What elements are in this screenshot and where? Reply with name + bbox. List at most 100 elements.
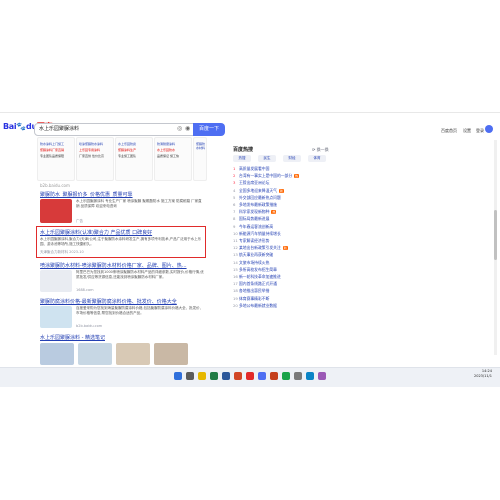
hotlist-refresh[interactable]: ⟳ 换一换 xyxy=(312,147,329,153)
result-meta: 广告 xyxy=(76,219,83,223)
result-snippet: 阿里巴巴为您找到1000条喷涂聚脲防水材料产品的详细参数,实时报价,价格行情,优… xyxy=(76,270,204,279)
note-image[interactable] xyxy=(78,343,112,365)
hotlist-item[interactable]: 8 国际局势最新进展 xyxy=(233,216,269,222)
paw-icon: 🐾 xyxy=(16,122,27,131)
hotlist-text: 航天事业再获新突破 xyxy=(239,252,274,258)
hotlist-text: 各地推出惠民举措 xyxy=(239,288,270,294)
hotlist-item[interactable]: 13航天事业再获新突破 xyxy=(233,252,273,258)
hot-tab[interactable]: 民生 xyxy=(258,155,276,162)
hotlist-item[interactable]: 19体育赛事精彩不断 xyxy=(233,296,269,302)
hotlist-item[interactable]: 2 台湾有一事实上是中国的一部分热 xyxy=(233,173,300,179)
result-title[interactable]: 聚脲防腐涂料价格-最新聚脲防腐涂料价格、批发价、价格大全 xyxy=(40,298,177,305)
hotlist-text: 专家解读经济形势 xyxy=(239,238,270,243)
settings-link[interactable]: 设置 xyxy=(463,128,471,134)
app-icon[interactable] xyxy=(294,372,302,380)
hotlist-item[interactable]: 20多地公布最新就业数据 xyxy=(233,303,277,309)
hotlist-item[interactable]: 4 全国多地迎来降温天气新 xyxy=(233,188,284,194)
hotlist-item[interactable]: 3 王毅出席亚洲论坛 xyxy=(233,180,269,186)
hotlist-item[interactable]: 6 多地发布最新政策措施 xyxy=(233,202,277,208)
hotlist-text: 多地公布最新就业数据 xyxy=(239,302,277,308)
result-meta: b2b.baidu.com xyxy=(76,324,103,328)
hotlist-item[interactable]: 10新能源汽车销量持续增长 xyxy=(233,231,281,237)
hot-tab[interactable]: 热搜 xyxy=(233,155,251,162)
hotlist-text: 某地出台新政策引发关注 xyxy=(239,245,281,251)
avatar[interactable] xyxy=(485,125,493,133)
result-thumbnail[interactable] xyxy=(40,199,72,223)
hotlist-item[interactable]: 16新一轮科技革命加速推进 xyxy=(233,274,281,280)
result-meta: 1688.com xyxy=(76,288,94,292)
hotlist-text: 国内首条线路正式开通 xyxy=(239,281,277,287)
app-icon[interactable] xyxy=(234,372,242,380)
result-title[interactable]: 喷涂聚脲防水材料-喷涂聚脲防水材料价格厂家、品牌、图片、热... xyxy=(40,262,187,269)
ad-source[interactable]: b2b.baidu.com xyxy=(40,183,70,188)
ad-card[interactable]: 水上乐园防腐 聚脲涂料生产 专业施工团队 xyxy=(115,137,153,181)
result-thumbnail[interactable] xyxy=(40,270,72,292)
hot-tab[interactable]: 体育 xyxy=(308,155,326,162)
refresh-icon: ⟳ xyxy=(312,147,316,152)
hotlist-text: 王毅出席亚洲论坛 xyxy=(239,180,270,186)
app-icon[interactable] xyxy=(210,372,218,380)
hotlist-text: 外交部回应最新热点问题 xyxy=(239,194,281,200)
hotlist-item[interactable]: 5 外交部回应最新热点问题 xyxy=(233,195,281,201)
folder-icon[interactable] xyxy=(198,372,206,380)
hotlist-item[interactable]: 1 高质量发展看中国 xyxy=(233,166,269,172)
result-thumbnail[interactable] xyxy=(40,306,72,328)
hotlist-item[interactable]: 15多所高校发布招生简章 xyxy=(233,267,277,273)
note-image[interactable] xyxy=(154,343,188,365)
hotlist-badge: 热 xyxy=(294,174,300,179)
hotlist-badge: 新 xyxy=(282,246,288,251)
hotlist-text: 今年春运客流创新高 xyxy=(239,223,274,229)
hotlist-item[interactable]: 12某地出台新政策引发关注新 xyxy=(233,245,288,251)
app-icon[interactable] xyxy=(270,372,278,380)
hotlist-text: 国际局势最新进展 xyxy=(239,216,270,222)
result-title[interactable]: 水上乐园聚脲涂料(认准)聚合力 产品优质 口碑良好 xyxy=(40,229,152,236)
search-icon[interactable] xyxy=(186,372,194,380)
hotlist-item[interactable]: 11专家解读经济形势 xyxy=(233,238,269,244)
hotlist-text: 科学家发现新物种 xyxy=(239,209,270,215)
search-input[interactable]: 水上乐园聚脲涂料 ◎ ◉ xyxy=(34,123,194,136)
note-image[interactable] xyxy=(116,343,150,365)
hotlist-text: 体育赛事精彩不断 xyxy=(239,295,270,301)
app-icon[interactable] xyxy=(282,372,290,380)
ad-card[interactable]: 喷涂聚脲防水涂料 上乐园专用涂料 厂家直供 性价比高 xyxy=(76,137,114,181)
hotlist-text: 文旅市场持续火热 xyxy=(239,259,270,265)
hotlist-text: 新能源汽车销量持续增长 xyxy=(239,230,281,236)
ad-card[interactable]: 防滑耐磨涂料 水上乐园防水 品质保证 施工快 xyxy=(154,137,192,181)
home-link[interactable]: 百度首页 xyxy=(441,128,457,134)
hotlist-item[interactable]: 17国内首条线路正式开通 xyxy=(233,281,277,287)
hotlist-badge: 新 xyxy=(278,188,284,193)
images-section-title[interactable]: 水上乐园聚脲涂料 - 精选笔记 xyxy=(40,334,105,341)
login-link[interactable]: 登录 xyxy=(476,128,484,134)
result-snippet: 水上乐园聚脲涂料 专业生产厂家 喷涂聚脲 聚氨酯防水 施工方案 防腐耐磨 厂家直… xyxy=(76,199,202,208)
hot-tab[interactable]: 财经 xyxy=(283,155,301,162)
hotlist-item[interactable]: 18各地推出惠民举措 xyxy=(233,288,269,294)
start-icon[interactable] xyxy=(174,372,182,380)
app-icon[interactable] xyxy=(258,372,266,380)
note-image[interactable] xyxy=(40,343,74,365)
hotlist-text: 高质量发展看中国 xyxy=(239,166,270,171)
camera-icon[interactable]: ◎ xyxy=(177,125,182,132)
voice-icon[interactable]: ◉ xyxy=(185,125,190,132)
hotlist-text: 新一轮科技革命加速推进 xyxy=(239,274,281,279)
hotlist-text: 全国多地迎来降温天气 xyxy=(239,187,277,193)
search-button[interactable]: 百度一下 xyxy=(193,123,225,136)
clock[interactable]: 14:24 2023/11/1 xyxy=(474,369,492,379)
result-title[interactable]: 聚脲防水_聚脲报价多_价格优惠_质量可靠 xyxy=(40,191,133,198)
hotlist-badge: 热 xyxy=(271,210,277,215)
hotlist-text: 多地发布最新政策措施 xyxy=(239,202,277,207)
hotlist-text: 台湾有一事实上是中国的一部分 xyxy=(239,173,293,179)
hotlist-title: 百度热搜 xyxy=(233,147,254,153)
browser-icon[interactable] xyxy=(222,372,230,380)
hotlist-item[interactable]: 9 今年春运客流创新高 xyxy=(233,224,273,230)
hotlist-item[interactable]: 14文旅市场持续火热 xyxy=(233,260,269,266)
app-icon[interactable] xyxy=(246,372,254,380)
ad-card[interactable]: 防水涂料上门施工 聚脲涂料厂家直销 专业团队品质保障 xyxy=(37,137,75,181)
result-snippet: 水上乐园聚脲涂料,聚合力(天津)公司,注于聚脲防水涂料研发生产,拥有多项专利技术… xyxy=(40,237,202,246)
result-meta: 天津聚合力新材料 2023-10 xyxy=(40,250,84,254)
hotlist-text: 多所高校发布招生简章 xyxy=(239,266,277,272)
app-icon[interactable] xyxy=(306,372,314,380)
ad-card[interactable]: 聚脲防水材料 xyxy=(193,137,207,181)
hotlist-item[interactable]: 7 科学家发现新物种热 xyxy=(233,209,277,215)
app-icon[interactable] xyxy=(318,372,326,380)
scrollbar-thumb[interactable] xyxy=(494,210,497,260)
